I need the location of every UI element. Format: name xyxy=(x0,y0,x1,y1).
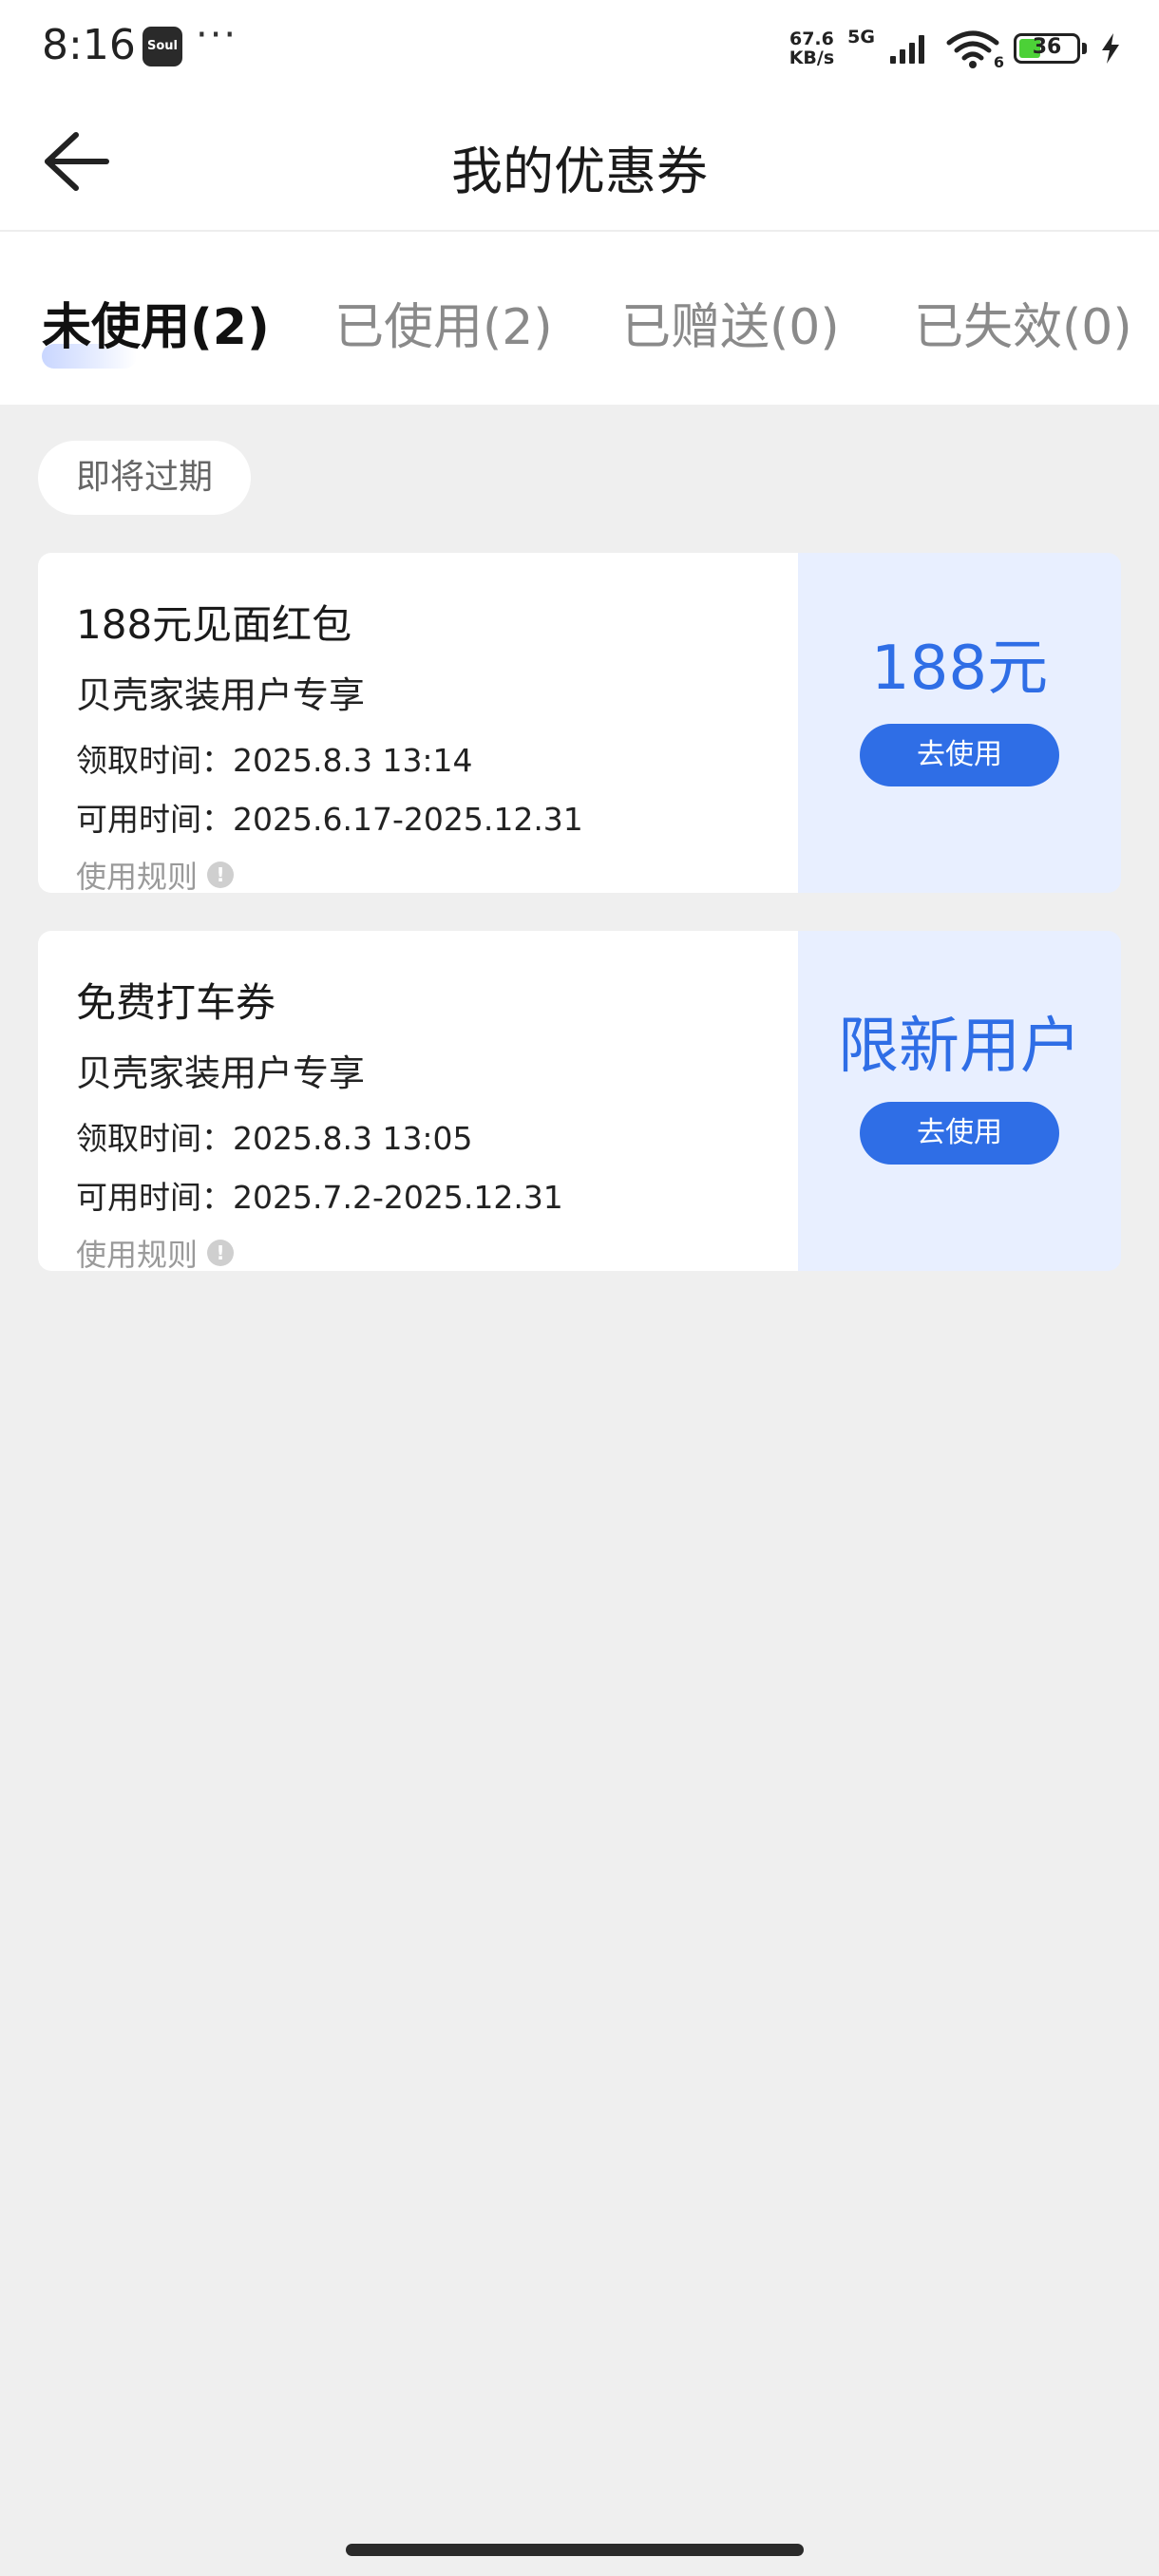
status-bar: 8:16 Soul ··· 67.6 KB/s 5G 6 36 xyxy=(0,0,1159,95)
tab-used[interactable]: 已使用(2) xyxy=(334,287,553,358)
coupon-action: 188元 去使用 xyxy=(798,553,1121,893)
info-icon: ! xyxy=(207,862,235,888)
wifi-icon xyxy=(946,30,999,68)
coupon-title: 188元见面红包 xyxy=(76,601,352,648)
info-icon: ! xyxy=(207,1240,235,1266)
charging-icon xyxy=(1102,33,1119,64)
wifi: 6 xyxy=(945,28,1004,71)
coupon-subtitle: 贝壳家装用户专享 xyxy=(76,674,366,716)
coupon-info: 188元见面红包 贝壳家装用户专享 领取时间：2025.8.3 13:14 可用… xyxy=(38,553,798,893)
battery-level: 36 xyxy=(1032,35,1062,59)
usage-rules-label: 使用规则 xyxy=(76,1237,199,1271)
coupon-title: 免费打车券 xyxy=(76,979,276,1026)
status-right: 67.6 KB/s 5G 6 36 xyxy=(789,25,1121,72)
expiring-soon-chip[interactable]: 即将过期 xyxy=(38,441,252,515)
more-notifications-icon: ··· xyxy=(196,13,238,57)
usage-rules-link[interactable]: 使用规则 ! xyxy=(76,853,760,893)
coupon-receive-time: 领取时间：2025.8.3 13:05 xyxy=(76,1120,473,1157)
tab-expired[interactable]: 已失效(0) xyxy=(914,287,1132,358)
app-header: 我的优惠券 xyxy=(0,95,1159,232)
coupon-action: 限新用户 去使用 xyxy=(798,931,1121,1271)
status-time: 8:16 xyxy=(42,21,136,69)
soul-app-icon: Soul xyxy=(142,27,182,66)
wifi-sub: 6 xyxy=(993,53,1004,71)
usage-rules-link[interactable]: 使用规则 ! xyxy=(76,1231,760,1271)
net-speed-value: 67.6 xyxy=(788,28,834,49)
coupon-info: 免费打车券 贝壳家装用户专享 领取时间：2025.8.3 13:05 可用时间：… xyxy=(38,931,798,1271)
usage-rules-label: 使用规则 xyxy=(76,859,199,893)
coupon-value: 限新用户 xyxy=(838,1012,1081,1082)
coupon-list: 即将过期 188元见面红包 贝壳家装用户专享 领取时间：2025.8.3 13:… xyxy=(0,405,1159,1271)
net-speed-unit: KB/s xyxy=(788,47,835,68)
tab-unused[interactable]: 未使用(2) xyxy=(42,287,270,358)
net-speed: 67.6 KB/s xyxy=(789,29,834,67)
coupon-receive-time: 领取时间：2025.8.3 13:14 xyxy=(76,742,473,779)
use-coupon-button[interactable]: 去使用 xyxy=(860,1102,1059,1165)
top-area: 8:16 Soul ··· 67.6 KB/s 5G 6 36 我的优惠券 未使… xyxy=(0,0,1159,405)
page-title: 我的优惠券 xyxy=(451,142,708,201)
coupon-subtitle: 贝壳家装用户专享 xyxy=(76,1052,366,1094)
network-type: 5G xyxy=(847,27,875,47)
coupon-value: 188元 xyxy=(870,634,1049,704)
signal-icon xyxy=(890,35,924,64)
home-indicator[interactable] xyxy=(346,2544,804,2556)
coupon-valid-time: 可用时间：2025.7.2-2025.12.31 xyxy=(76,1179,563,1216)
coupon-tabs: 未使用(2) 已使用(2) 已赠送(0) 已失效(0) xyxy=(0,232,1159,405)
use-coupon-button[interactable]: 去使用 xyxy=(860,724,1059,786)
coupon-card: 188元见面红包 贝壳家装用户专享 领取时间：2025.8.3 13:14 可用… xyxy=(38,553,1121,893)
battery-tip xyxy=(1082,43,1087,54)
coupon-card: 免费打车券 贝壳家装用户专享 领取时间：2025.8.3 13:05 可用时间：… xyxy=(38,931,1121,1271)
battery-icon: 36 xyxy=(1014,33,1080,64)
tab-gifted[interactable]: 已赠送(0) xyxy=(621,287,840,358)
coupon-valid-time: 可用时间：2025.6.17-2025.12.31 xyxy=(76,801,583,838)
